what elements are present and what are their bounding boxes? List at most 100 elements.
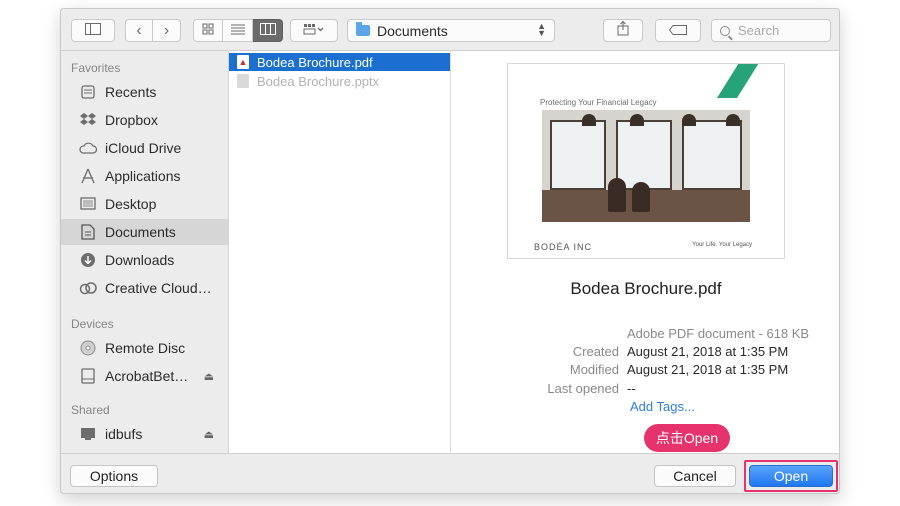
- arrange-button[interactable]: [290, 19, 338, 42]
- bottom-bar: Options Cancel Open: [61, 453, 839, 493]
- meta-value: August 21, 2018 at 1:35 PM: [627, 362, 789, 377]
- annotation-badge: 点击Open: [644, 424, 730, 452]
- meta-kind: Adobe PDF document - 618 KB: [451, 326, 839, 344]
- meta-label: Modified: [569, 362, 619, 377]
- sidebar-item-label: iCloud Drive: [105, 140, 182, 156]
- add-tags-link[interactable]: Add Tags...: [630, 399, 695, 414]
- meta-last-opened: Last opened --: [451, 381, 839, 399]
- sidebar-icon: [85, 22, 101, 40]
- meta-value: --: [627, 381, 636, 396]
- search-icon: [720, 25, 730, 36]
- icon-view-button[interactable]: [193, 19, 223, 42]
- preview-filename: Bodea Brochure.pdf: [570, 279, 722, 298]
- search-field[interactable]: Search: [711, 19, 831, 42]
- eject-icon[interactable]: ⏏: [204, 428, 214, 441]
- file-row[interactable]: ▲ Bodea Brochure.pdf: [229, 53, 450, 71]
- sidebar-item-applications[interactable]: Applications: [61, 163, 228, 189]
- meta-label: Created: [572, 344, 619, 359]
- list-icon: [230, 22, 245, 40]
- preview-pane: Protecting Your Financial Legacy BODÉA I…: [451, 51, 839, 453]
- back-button[interactable]: ‹: [125, 19, 153, 42]
- share-icon: [617, 20, 629, 41]
- brand-stripe: [717, 64, 767, 98]
- sidebar-item-label: Applications: [105, 168, 181, 184]
- columns-icon: [259, 22, 276, 40]
- options-button[interactable]: Options: [70, 465, 158, 487]
- thumbnail-title: Protecting Your Financial Legacy: [540, 98, 657, 107]
- meta-kind-value: Adobe PDF document - 618 KB: [627, 326, 810, 341]
- sidebar-item-idbufs[interactable]: idbufs ⏏: [61, 421, 228, 447]
- grid-icon: [202, 22, 214, 40]
- cancel-button[interactable]: Cancel: [654, 465, 736, 487]
- document-icon: [79, 223, 97, 241]
- sidebar-item-label: AcrobatBet…: [105, 368, 189, 384]
- open-highlight-frame: Open: [744, 460, 838, 492]
- sidebar-item-label: idbufs: [105, 426, 143, 442]
- location-label: Documents: [377, 22, 448, 39]
- sidebar-item-label: Creative Cloud…: [105, 280, 212, 296]
- forward-button[interactable]: ›: [153, 19, 181, 42]
- search-placeholder: Search: [738, 23, 780, 38]
- meta-value: August 21, 2018 at 1:35 PM: [627, 344, 789, 359]
- thumbnail-tagline: Your Life. Your Legacy: [692, 242, 752, 248]
- column-view-button[interactable]: [253, 19, 283, 42]
- nav-segment: ‹ ›: [125, 19, 181, 42]
- view-mode-segment: [193, 19, 283, 42]
- open-file-dialog: ‹ › Documents ▲ ▼ Search Favorites Recen…: [60, 8, 840, 494]
- folder-icon: [356, 22, 370, 36]
- file-name: Bodea Brochure.pptx: [257, 73, 380, 89]
- computer-icon: [79, 425, 97, 443]
- meta-label: Last opened: [547, 381, 619, 396]
- devices-heading: Devices: [71, 317, 114, 331]
- eject-icon[interactable]: ⏏: [204, 370, 214, 383]
- sidebar-item-desktop[interactable]: Desktop: [61, 191, 228, 217]
- sidebar-item-label: Recents: [105, 84, 157, 100]
- sidebar: Favorites Recents Dropbox iCloud Drive A…: [61, 51, 229, 453]
- location-popup[interactable]: Documents ▲ ▼: [347, 19, 555, 42]
- chevron-right-icon: ›: [163, 21, 170, 39]
- sidebar-item-recents[interactable]: Recents: [61, 79, 228, 105]
- sidebar-item-creative-cloud[interactable]: Creative Cloud…: [61, 275, 228, 301]
- sidebar-item-label: Downloads: [105, 252, 175, 268]
- sidebar-item-remote-disc[interactable]: Remote Disc: [61, 335, 228, 361]
- sidebar-item-label: Desktop: [105, 196, 157, 212]
- meta-modified: Modified August 21, 2018 at 1:35 PM: [451, 362, 839, 380]
- list-view-button[interactable]: [223, 19, 253, 42]
- sidebar-item-documents[interactable]: Documents: [61, 219, 228, 245]
- chevron-left-icon: ‹: [136, 21, 142, 39]
- download-icon: [79, 251, 97, 269]
- pdf-file-icon: ▲: [237, 55, 249, 69]
- file-row[interactable]: Bodea Brochure.pptx: [229, 72, 450, 90]
- sidebar-item-acrobat-drive[interactable]: AcrobatBet… ⏏: [61, 363, 228, 389]
- clock-icon: [79, 83, 97, 101]
- open-button[interactable]: Open: [749, 465, 833, 487]
- arrange-grid-icon: [303, 22, 325, 40]
- disc-icon: [79, 339, 97, 357]
- sidebar-item-downloads[interactable]: Downloads: [61, 247, 228, 273]
- sidebar-item-label: Documents: [105, 224, 176, 240]
- share-button[interactable]: [603, 19, 643, 42]
- updown-chevron-icon: ▲ ▼: [537, 21, 546, 38]
- desktop-icon: [79, 195, 97, 213]
- sidebar-item-icloud-drive[interactable]: iCloud Drive: [61, 135, 228, 161]
- shared-heading: Shared: [71, 403, 110, 417]
- tags-button[interactable]: [655, 19, 701, 42]
- file-column: ▲ Bodea Brochure.pdf Bodea Brochure.pptx: [229, 51, 451, 453]
- sidebar-item-dropbox[interactable]: Dropbox: [61, 107, 228, 133]
- meta-created: Created August 21, 2018 at 1:35 PM: [451, 344, 839, 362]
- creative-cloud-icon: [79, 279, 97, 297]
- applications-icon: [79, 167, 97, 185]
- sidebar-item-label: Dropbox: [105, 112, 158, 128]
- toolbar: ‹ › Documents ▲ ▼ Search: [61, 9, 839, 51]
- sidebar-item-label: Remote Disc: [105, 340, 186, 356]
- file-name: Bodea Brochure.pdf: [257, 54, 373, 70]
- sidebar-toggle-button[interactable]: [71, 19, 115, 42]
- thumbnail-photo: [542, 110, 750, 222]
- tag-icon: [668, 22, 687, 40]
- favorites-heading: Favorites: [71, 61, 121, 75]
- cloud-icon: [79, 139, 97, 157]
- pptx-file-icon: [237, 74, 249, 88]
- dropbox-icon: [79, 111, 97, 129]
- drive-icon: [79, 367, 97, 385]
- document-thumbnail: Protecting Your Financial Legacy BODÉA I…: [507, 63, 785, 259]
